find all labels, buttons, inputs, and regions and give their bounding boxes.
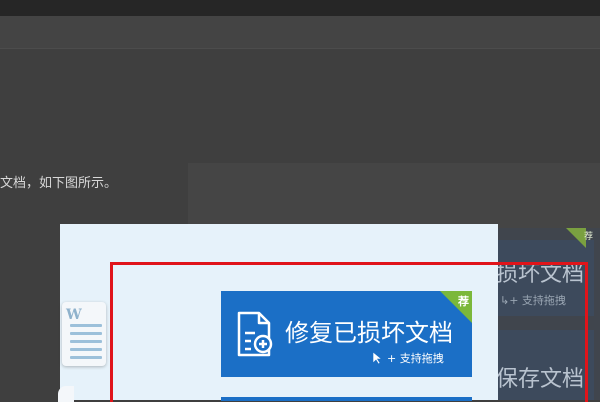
- doc-line: [70, 332, 102, 335]
- word-letter: W: [66, 307, 82, 323]
- header-band: [0, 16, 600, 49]
- doc-line: [70, 348, 102, 351]
- doc-line: [70, 340, 102, 343]
- red-highlight-box: [110, 262, 588, 402]
- background-badge-text: 荐: [584, 232, 594, 242]
- doc-line: [70, 324, 102, 327]
- word-document-icon: W: [62, 302, 106, 366]
- top-bar: [0, 0, 600, 16]
- article-text: 文档，如下图所示。: [0, 176, 118, 191]
- background-recommend-badge: [566, 228, 586, 248]
- doc-line: [70, 356, 102, 359]
